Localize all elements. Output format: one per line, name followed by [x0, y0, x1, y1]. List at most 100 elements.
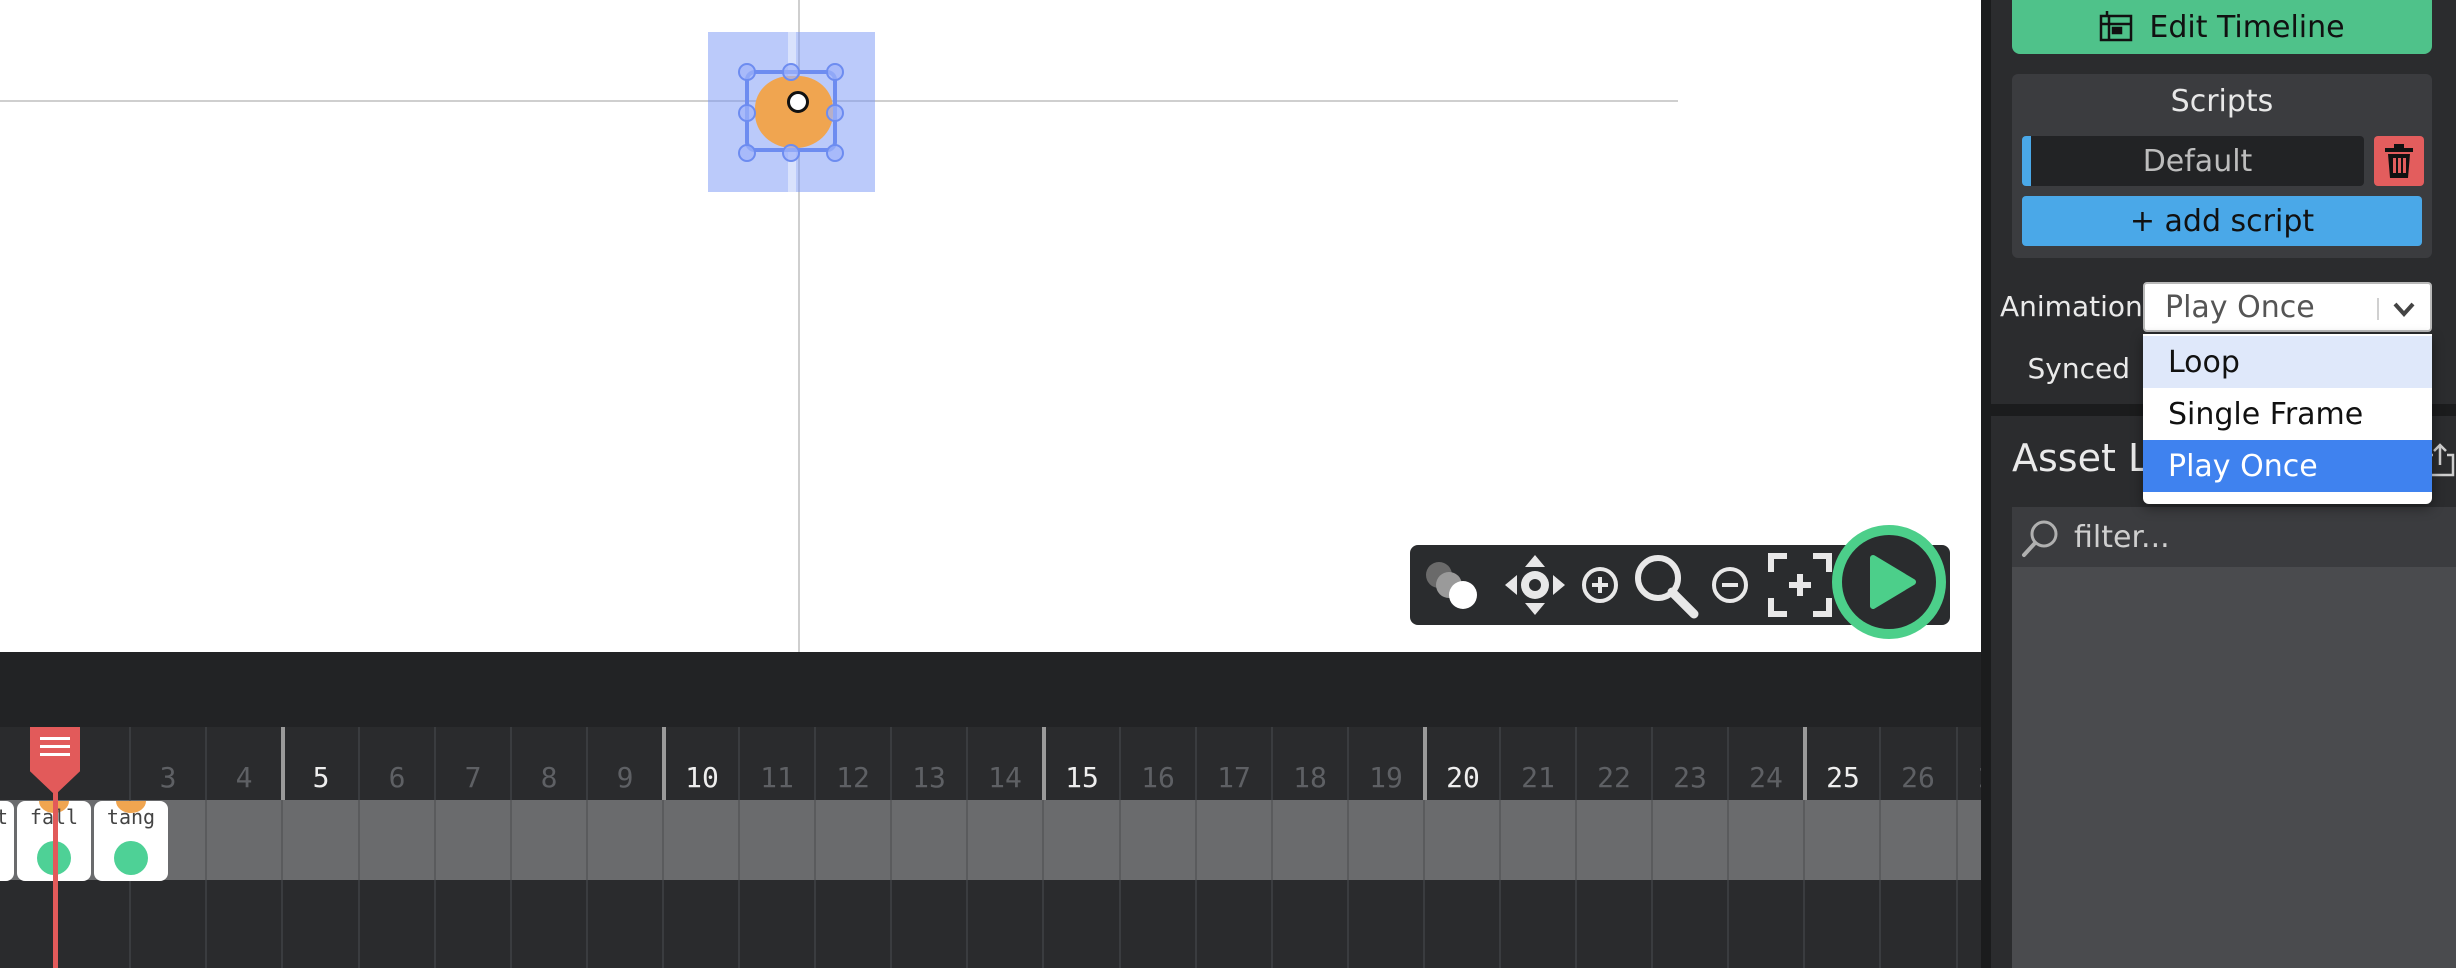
script-item-default[interactable]: Default	[2022, 136, 2364, 186]
frame-tick[interactable]: 27	[1956, 727, 1981, 800]
track-frame-cell[interactable]	[1575, 880, 1651, 968]
frame-tick[interactable]: 23	[1651, 727, 1727, 800]
track-frame-cell[interactable]	[1575, 800, 1651, 880]
track-frame-cell[interactable]	[586, 800, 662, 880]
move-icon[interactable]	[1500, 553, 1570, 617]
track-frame-cell[interactable]	[1803, 800, 1879, 880]
frame-tick[interactable]: 7	[434, 727, 510, 800]
track-frame-cell[interactable]	[1119, 880, 1195, 968]
track-frame-cell[interactable]	[814, 800, 890, 880]
track-frame-cell[interactable]	[1499, 800, 1575, 880]
resize-handle-bottom[interactable]	[782, 144, 800, 162]
frame-tick[interactable]: 6	[358, 727, 434, 800]
track-frame-cell[interactable]	[1727, 800, 1803, 880]
track-frame-cell[interactable]	[1195, 800, 1271, 880]
stage-canvas[interactable]	[0, 0, 1981, 652]
timeline-track[interactable]	[0, 800, 1981, 880]
track-frame-cell[interactable]	[1879, 880, 1955, 968]
track-frame-cell[interactable]	[434, 800, 510, 880]
track-frame-cell[interactable]	[1879, 800, 1955, 880]
track-frame-cell[interactable]	[966, 800, 1042, 880]
filter-input[interactable]	[2074, 515, 2434, 559]
resize-handle-bottom-right[interactable]	[826, 144, 844, 162]
track-frame-cell[interactable]	[53, 880, 129, 968]
resize-handle-bottom-left[interactable]	[738, 144, 756, 162]
track-frame-cell[interactable]	[890, 800, 966, 880]
zoom-out-icon[interactable]	[1705, 553, 1755, 617]
track-frame-cell[interactable]	[1651, 800, 1727, 880]
track-frame-cell[interactable]	[1956, 800, 1981, 880]
frame-tick[interactable]: 20	[1423, 727, 1499, 800]
fit-view-icon[interactable]	[1760, 553, 1840, 617]
track-frame-cell[interactable]	[281, 800, 357, 880]
frame-tick[interactable]: 26	[1879, 727, 1955, 800]
track-frame-cell[interactable]	[205, 800, 281, 880]
track-frame-cell[interactable]	[129, 880, 205, 968]
track-frame-cell[interactable]	[1956, 880, 1981, 968]
track-frame-cell[interactable]	[1042, 880, 1118, 968]
frame-ruler[interactable]: 3 4 5 6 7 8 9 10 11 12 13 14 15 16 17 18 19 20 21 22 23 24 25 2…	[0, 727, 1981, 800]
track-frame-cell[interactable]	[1423, 800, 1499, 880]
frame-tick[interactable]: 14	[966, 727, 1042, 800]
frame-tick[interactable]: 18	[1271, 727, 1347, 800]
resize-handle-right[interactable]	[826, 104, 844, 122]
frame-tick[interactable]: 25	[1803, 727, 1879, 800]
track-frame-cell[interactable]	[966, 880, 1042, 968]
frame-tick[interactable]: 24	[1727, 727, 1803, 800]
frame-tick[interactable]: 19	[1347, 727, 1423, 800]
track-frame-cell[interactable]	[1271, 880, 1347, 968]
frame-tick[interactable]: 10	[662, 727, 738, 800]
frame-tick[interactable]: 9	[586, 727, 662, 800]
frame-tick[interactable]: 13	[890, 727, 966, 800]
track-frame-cell[interactable]	[358, 800, 434, 880]
track-frame-cell[interactable]	[0, 880, 53, 968]
track-frame-cell[interactable]	[890, 880, 966, 968]
track-frame-cell[interactable]	[1119, 800, 1195, 880]
add-script-button[interactable]: + add script	[2022, 196, 2422, 246]
frame-tick[interactable]: 16	[1119, 727, 1195, 800]
track-frame-cell[interactable]	[662, 800, 738, 880]
keyframe[interactable]: t	[0, 801, 14, 881]
track-frame-cell[interactable]	[358, 880, 434, 968]
frame-tick[interactable]: 11	[738, 727, 814, 800]
track-frame-cell[interactable]	[281, 880, 357, 968]
play-button[interactable]	[1832, 525, 1946, 639]
option-loop[interactable]: Loop	[2143, 336, 2432, 388]
option-single-frame[interactable]: Single Frame	[2143, 388, 2432, 440]
onion-skin-icon[interactable]	[1418, 553, 1488, 617]
track-frame-cell[interactable]	[586, 880, 662, 968]
track-frame-cell[interactable]	[1195, 880, 1271, 968]
frame-tick[interactable]: 21	[1499, 727, 1575, 800]
frame-tick[interactable]: 3	[129, 727, 205, 800]
zoom-in-icon[interactable]	[1575, 553, 1625, 617]
edit-timeline-button[interactable]: Edit Timeline	[2012, 0, 2432, 54]
frame-tick[interactable]: 4	[205, 727, 281, 800]
track-frame-cell[interactable]	[205, 880, 281, 968]
track-frame-cell[interactable]	[510, 880, 586, 968]
track-frame-cell[interactable]	[1271, 800, 1347, 880]
track-frame-cell[interactable]	[510, 800, 586, 880]
track-frame-cell[interactable]	[434, 880, 510, 968]
track-frame-cell[interactable]	[1499, 880, 1575, 968]
track-frame-cell[interactable]	[1803, 880, 1879, 968]
track-frame-cell[interactable]	[1347, 800, 1423, 880]
resize-handle-top[interactable]	[782, 63, 800, 81]
panel-resize-gutter[interactable]	[1981, 0, 1991, 968]
frame-tick[interactable]: 17	[1195, 727, 1271, 800]
animation-select[interactable]: Play Once	[2143, 282, 2432, 332]
track-frame-cell[interactable]	[814, 880, 890, 968]
track-frame-cell[interactable]	[662, 880, 738, 968]
timeline-track-empty[interactable]	[0, 880, 1981, 968]
track-frame-cell[interactable]	[1042, 800, 1118, 880]
track-frame-cell[interactable]	[1347, 880, 1423, 968]
track-frame-cell[interactable]	[738, 800, 814, 880]
option-play-once[interactable]: Play Once	[2143, 440, 2432, 492]
frame-tick[interactable]: 22	[1575, 727, 1651, 800]
resize-handle-top-right[interactable]	[826, 63, 844, 81]
track-frame-cell[interactable]	[1727, 880, 1803, 968]
zoom-icon[interactable]	[1628, 553, 1702, 619]
track-frame-cell[interactable]	[1423, 880, 1499, 968]
pivot-point[interactable]	[787, 91, 809, 113]
resize-handle-top-left[interactable]	[738, 63, 756, 81]
frame-tick[interactable]: 8	[510, 727, 586, 800]
